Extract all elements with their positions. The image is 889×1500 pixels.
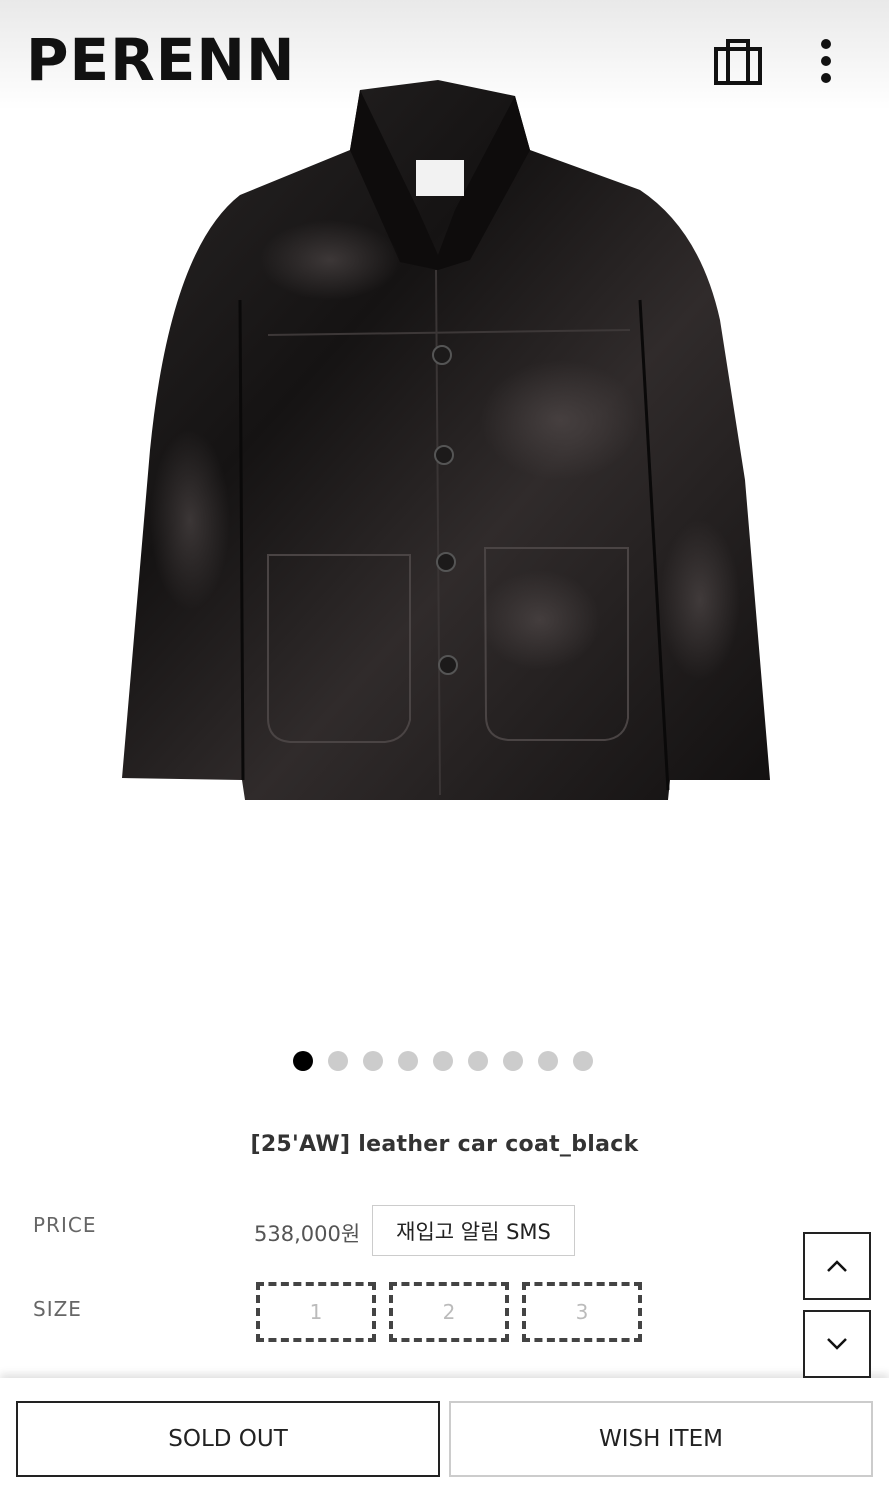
pagination-dot-9[interactable]: [573, 1051, 593, 1071]
chevron-up-icon: [827, 1260, 847, 1272]
gallery-pagination: [293, 1051, 593, 1071]
price-value: 538,000원: [254, 1222, 361, 1246]
sold-out-button[interactable]: SOLD OUT: [16, 1401, 440, 1477]
pagination-dot-8[interactable]: [538, 1051, 558, 1071]
pagination-dot-6[interactable]: [468, 1051, 488, 1071]
scroll-up-button[interactable]: [803, 1232, 871, 1300]
product-title: [25'AW] leather car coat_black: [250, 1132, 639, 1157]
pagination-dot-2[interactable]: [328, 1051, 348, 1071]
price-label: PRICE: [33, 1213, 97, 1237]
pagination-dot-1[interactable]: [293, 1051, 313, 1071]
chevron-down-icon: [827, 1338, 847, 1350]
wish-item-button[interactable]: WISH ITEM: [449, 1401, 873, 1477]
restock-sms-button[interactable]: 재입고 알림 SMS: [372, 1205, 575, 1256]
pagination-dot-7[interactable]: [503, 1051, 523, 1071]
pagination-dot-3[interactable]: [363, 1051, 383, 1071]
pagination-dot-4[interactable]: [398, 1051, 418, 1071]
scroll-down-button[interactable]: [803, 1310, 871, 1378]
size-option-3[interactable]: 3: [522, 1282, 642, 1342]
size-option-2[interactable]: 2: [389, 1282, 509, 1342]
pagination-dot-5[interactable]: [433, 1051, 453, 1071]
size-label: SIZE: [33, 1297, 82, 1321]
size-option-1[interactable]: 1: [256, 1282, 376, 1342]
product-image[interactable]: [0, 60, 889, 1020]
